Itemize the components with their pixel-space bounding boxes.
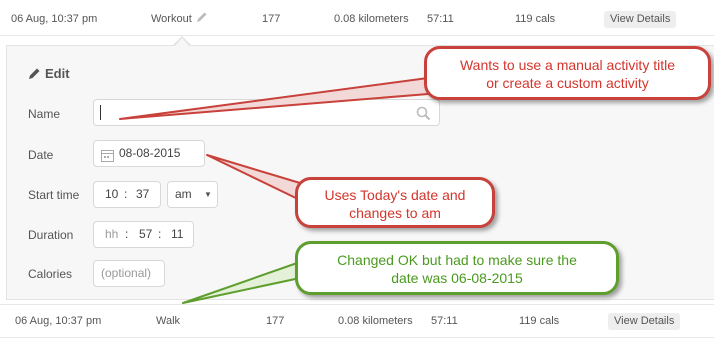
name-callout-pointer [119, 77, 429, 120]
name-annotation-callout: Wants to use a manual activity title or … [424, 46, 711, 100]
date-annotation-callout: Uses Today's date and changes to am [295, 177, 495, 228]
ok-annotation-callout: Changed OK but had to make sure the date… [295, 241, 619, 295]
ok-callout-pointer [182, 261, 301, 304]
date-callout-pointer [206, 154, 301, 201]
